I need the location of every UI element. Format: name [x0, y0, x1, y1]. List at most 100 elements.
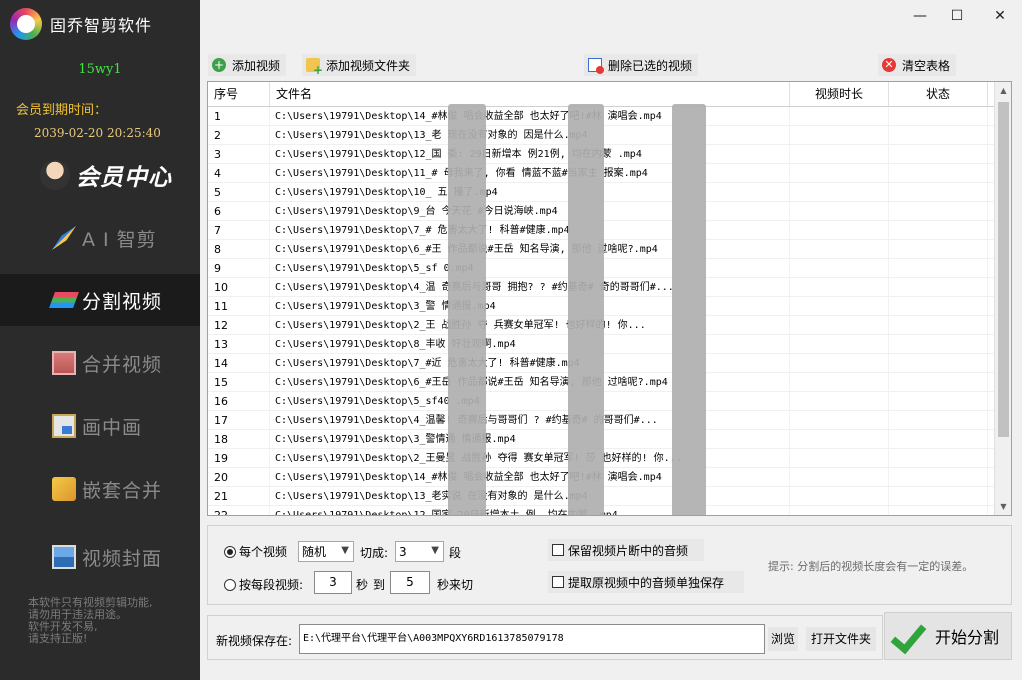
- row-status: [889, 278, 988, 296]
- mode-per-segment-label: 按每段视频:: [239, 578, 304, 592]
- mode-each-video-radio[interactable]: 每个视频: [224, 543, 287, 560]
- start-split-button[interactable]: 开始分割: [884, 612, 1012, 660]
- row-number: 13: [208, 335, 270, 353]
- clear-icon: ✕: [882, 58, 896, 72]
- vertical-scrollbar[interactable]: ▲ ▼: [994, 82, 1011, 515]
- column-header-duration[interactable]: 视频时长: [790, 82, 889, 106]
- cut-count-value: 3: [399, 544, 407, 559]
- row-number: 17: [208, 411, 270, 429]
- nest-merge-icon: [52, 477, 76, 501]
- merge-video-icon: [52, 351, 76, 375]
- row-filename: C:\Users\19791\Desktop\4_温馨! 奇赛后与哥哥们 ? #…: [270, 411, 790, 429]
- row-status: [889, 126, 988, 144]
- row-duration: [790, 183, 889, 201]
- seconds-from-input[interactable]: 3: [314, 571, 352, 594]
- row-number: 7: [208, 221, 270, 239]
- row-status: [889, 183, 988, 201]
- row-filename: C:\Users\19791\Desktop\3_警 情通报.mp4: [270, 297, 790, 315]
- row-status: [889, 297, 988, 315]
- mode-each-label: 每个视频: [239, 545, 288, 559]
- add-video-button[interactable]: + 添加视频: [208, 54, 287, 76]
- row-duration: [790, 107, 889, 125]
- nav-label: 分割视频: [82, 290, 163, 313]
- seconds-label: 秒: [356, 578, 369, 592]
- extract-audio-label: 提取原视频中的音频单独保存: [568, 575, 725, 590]
- mode-per-segment-radio[interactable]: 按每段视频:: [224, 576, 303, 593]
- app-header: 固乔智剪软件: [10, 8, 152, 40]
- open-folder-button[interactable]: 打开文件夹: [806, 627, 876, 651]
- save-path-input[interactable]: E:\代理平台\代理平台\A003MPQXY6RD1613785079178: [299, 624, 765, 654]
- video-table[interactable]: 序号 文件名 视频时长 状态 1 C:\Users\19791\Desktop\1…: [207, 81, 1012, 516]
- nav-item-video-cover[interactable]: 视频封面: [0, 531, 200, 583]
- row-status: [889, 411, 988, 429]
- keep-audio-checkbox[interactable]: 保留视频片断中的音频: [548, 539, 704, 561]
- seconds-to-input[interactable]: 5: [390, 571, 430, 594]
- nav-item-split-video[interactable]: 分割视频: [0, 274, 200, 326]
- nav-item-merge-video[interactable]: 合并视频: [0, 337, 200, 389]
- row-number: 2: [208, 126, 270, 144]
- close-button[interactable]: ✕: [986, 6, 1014, 26]
- row-status: [889, 468, 988, 486]
- column-header-no[interactable]: 序号: [208, 82, 270, 106]
- nav-item-ai-edit[interactable]: A I 智剪: [0, 212, 200, 264]
- row-filename: C:\Users\19791\Desktop\6_#王 作品都说#王岳 知名导演…: [270, 240, 790, 258]
- maximize-button[interactable]: ☐: [943, 6, 971, 26]
- row-filename: C:\Users\19791\Desktop\9_台 今天花 #今日说海峡.mp…: [270, 202, 790, 220]
- column-header-status[interactable]: 状态: [889, 82, 988, 106]
- row-filename: C:\Users\19791\Desktop\13_老实说 在没有对象的 是什么…: [270, 487, 790, 505]
- delete-selected-button[interactable]: 删除已选的视频: [584, 54, 699, 76]
- blur-overlay: [568, 104, 604, 515]
- row-duration: [790, 506, 889, 515]
- row-filename: C:\Users\19791\Desktop\7_# 危害太大了! 科普#健康.…: [270, 221, 790, 239]
- row-duration: [790, 487, 889, 505]
- seconds-cut-label: 秒来切: [437, 578, 474, 592]
- row-status: [889, 354, 988, 372]
- split-hint: 提示: 分割后的视频长度会有一定的误差。: [768, 560, 974, 573]
- clear-table-label: 清空表格: [902, 58, 951, 73]
- row-number: 11: [208, 297, 270, 315]
- add-folder-button[interactable]: 添加视频文件夹: [302, 54, 417, 77]
- extract-audio-checkbox[interactable]: 提取原视频中的音频单独保存: [548, 571, 744, 593]
- row-duration: [790, 449, 889, 467]
- nav-item-nest-merge[interactable]: 嵌套合并: [0, 463, 200, 515]
- add-folder-label: 添加视频文件夹: [326, 58, 411, 73]
- split-mode-select[interactable]: 随机 ▼: [298, 541, 354, 562]
- checkmark-icon: [889, 619, 923, 653]
- to-label: 到: [373, 578, 386, 592]
- scrollbar-thumb[interactable]: [998, 102, 1009, 437]
- nav-item-picture-in-picture[interactable]: 画中画: [0, 400, 200, 452]
- minimize-button[interactable]: —: [906, 6, 934, 26]
- radio-selected-icon: [224, 545, 236, 558]
- row-status: [889, 259, 988, 277]
- row-number: 5: [208, 183, 270, 201]
- row-status: [889, 506, 988, 515]
- cut-label: 切成:: [360, 546, 389, 560]
- browse-button[interactable]: 浏览: [768, 627, 798, 651]
- clear-table-button[interactable]: ✕ 清空表格: [878, 54, 957, 76]
- row-duration: [790, 411, 889, 429]
- notice-text: 本软件只有视频剪辑功能, 请勿用于违法用途。 软件开发不易, 请支持正版!: [28, 597, 178, 645]
- row-status: [889, 202, 988, 220]
- scroll-down-icon[interactable]: ▼: [995, 498, 1011, 515]
- folder-add-icon: [306, 58, 323, 77]
- row-filename: C:\Users\19791\Desktop\12_国家 29日新增本土 例, …: [270, 506, 790, 515]
- vip-center-label: 会员中心: [76, 164, 172, 191]
- scroll-up-icon[interactable]: ▲: [995, 82, 1011, 99]
- row-status: [889, 392, 988, 410]
- video-cover-icon: [52, 545, 76, 569]
- row-number: 9: [208, 259, 270, 277]
- row-number: 16: [208, 392, 270, 410]
- row-duration: [790, 316, 889, 334]
- cut-count-select[interactable]: 3 ▼: [395, 541, 444, 562]
- picture-in-picture-icon: [52, 414, 76, 438]
- row-filename: C:\Users\19791\Desktop\6_#王岳 作品都说#王岳 知名导…: [270, 373, 790, 391]
- vip-center-button[interactable]: 会员中心: [40, 158, 172, 192]
- row-number: 18: [208, 430, 270, 448]
- row-filename: C:\Users\19791\Desktop\12_国 委: 29日新增本 例2…: [270, 145, 790, 163]
- blur-overlay: [448, 104, 486, 515]
- row-status: [889, 164, 988, 182]
- column-header-filename[interactable]: 文件名: [270, 82, 790, 106]
- row-status: [889, 487, 988, 505]
- row-status: [889, 335, 988, 353]
- row-number: 4: [208, 164, 270, 182]
